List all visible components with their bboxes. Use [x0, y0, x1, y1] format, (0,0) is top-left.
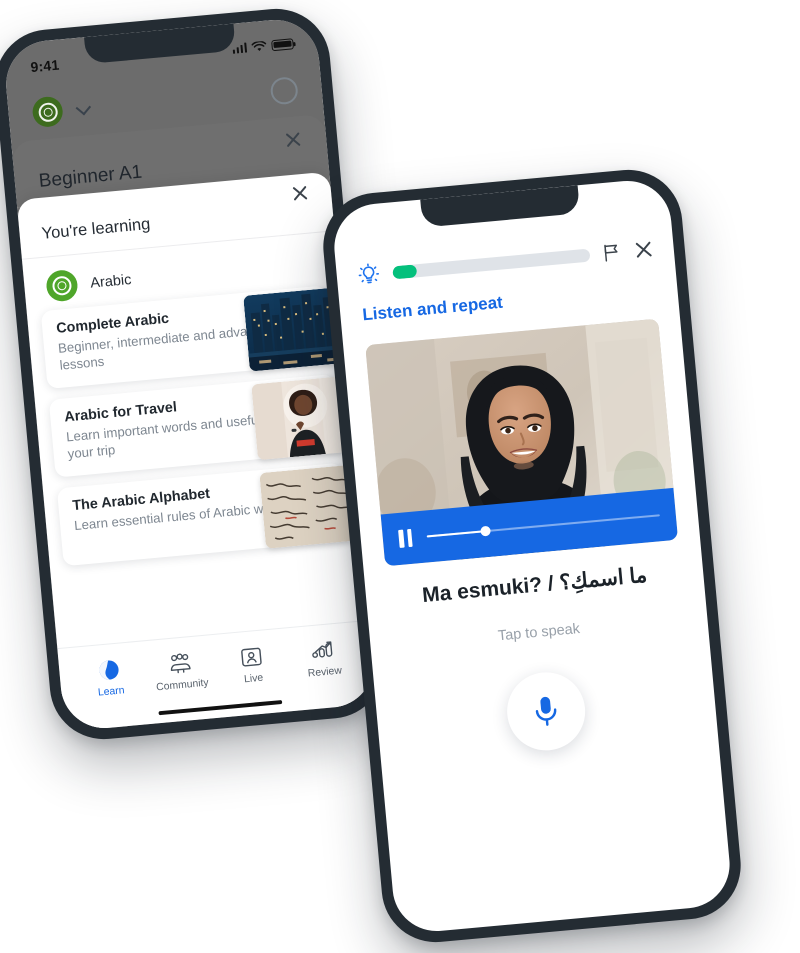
- lesson-progress-fill: [392, 263, 417, 279]
- phone-left-screen: 9:41 Beginner A1 You're learning Arabic …: [2, 16, 378, 732]
- list-item[interactable]: Arabic for Travel Learn important words …: [48, 373, 355, 478]
- bottom-tab-bar: Learn Community Live Review: [57, 619, 378, 732]
- status-icons: [232, 37, 294, 55]
- chevron-down-icon[interactable]: [75, 99, 92, 115]
- lightbulb-icon[interactable]: [356, 262, 382, 288]
- close-icon[interactable]: [290, 184, 310, 204]
- flag-icon[interactable]: [601, 242, 623, 264]
- tap-to-speak-hint: Tap to speak: [497, 620, 581, 645]
- tab-review[interactable]: Review: [286, 634, 361, 681]
- lesson-header: [335, 225, 676, 299]
- progress-ring-icon[interactable]: [269, 75, 299, 105]
- list-item[interactable]: The Arabic Alphabet Learn essential rule…: [56, 462, 363, 567]
- lesson-media: [365, 318, 679, 567]
- close-icon[interactable]: [283, 130, 303, 150]
- audio-scrubber[interactable]: [426, 508, 660, 543]
- globe-icon: [72, 653, 146, 685]
- lesson-progress-bar: [392, 248, 591, 279]
- pause-icon[interactable]: [398, 528, 414, 548]
- busuu-logo-icon[interactable]: [31, 95, 64, 129]
- community-people-icon: [144, 647, 218, 679]
- live-video-person-icon: [215, 640, 289, 672]
- microphone-icon: [535, 696, 557, 726]
- microphone-button[interactable]: [503, 668, 589, 754]
- language-name: Arabic: [89, 271, 133, 292]
- tab-learn[interactable]: Learn: [72, 653, 147, 700]
- lesson-kicker: Listen and repeat: [361, 292, 504, 325]
- phone-notch: [420, 185, 581, 228]
- tab-community[interactable]: Community: [144, 647, 219, 694]
- phone-right-screen: Listen and repeat Ma esmuki? / ما اسمكِ؟…: [330, 177, 734, 935]
- composition-stage: 9:41 Beginner A1 You're learning Arabic …: [0, 0, 800, 953]
- cellular-signal-icon: [232, 42, 248, 54]
- arabic-language-badge-icon: [45, 268, 79, 303]
- page-title: Beginner A1: [37, 161, 143, 192]
- learning-sheet-title: You're learning: [40, 215, 152, 243]
- phone-right: Listen and repeat Ma esmuki? / ما اسمكِ؟…: [318, 165, 746, 947]
- lesson-phrase: Ma esmuki? / ما اسمكِ؟: [421, 563, 649, 608]
- tab-label: Live: [243, 672, 264, 686]
- tab-live[interactable]: Live: [215, 640, 290, 687]
- battery-icon: [271, 37, 294, 51]
- tab-label: Learn: [97, 685, 125, 699]
- phone-left: 9:41 Beginner A1 You're learning Arabic …: [0, 4, 390, 744]
- status-time: 9:41: [29, 56, 60, 76]
- course-list: Complete Arabic Beginner, intermediate a…: [27, 284, 363, 567]
- wifi-icon: [251, 40, 267, 51]
- tab-label: Review: [307, 665, 343, 680]
- review-chart-arrow-icon: [286, 634, 360, 666]
- close-icon[interactable]: [633, 239, 655, 261]
- tab-label: Community: [155, 677, 210, 694]
